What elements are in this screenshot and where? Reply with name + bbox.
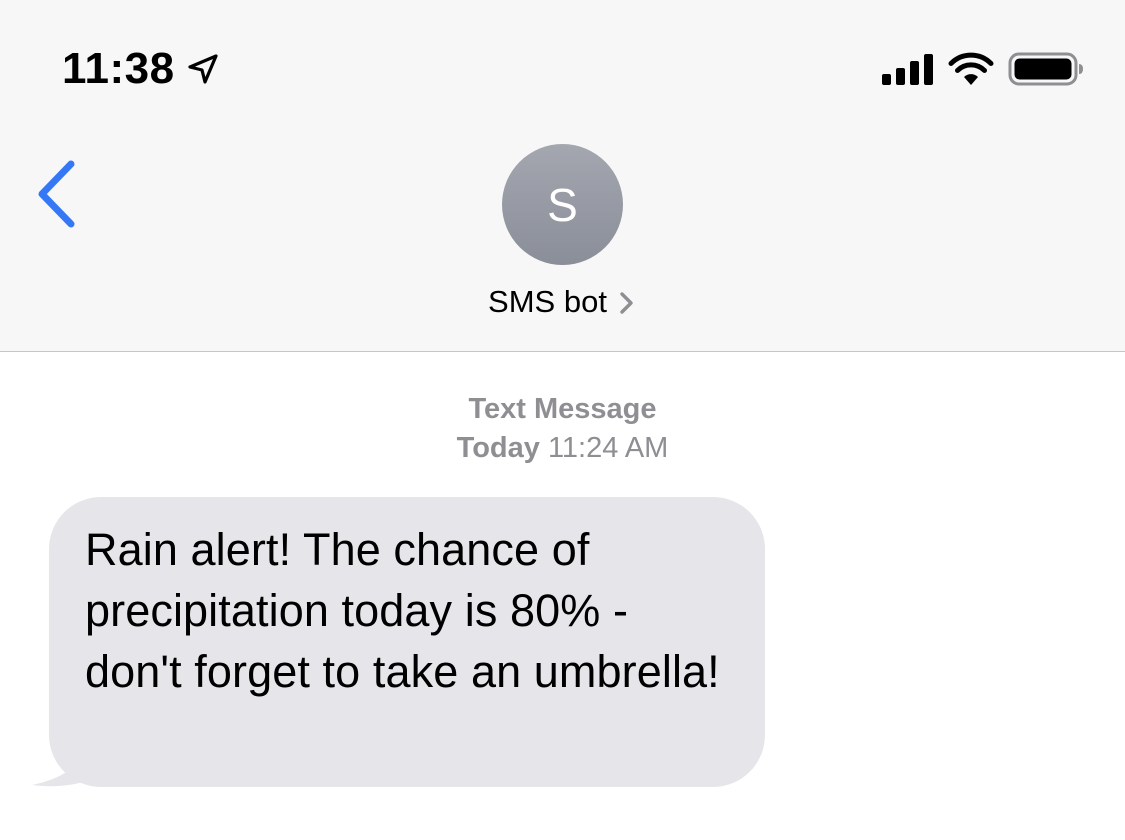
status-time: 11:38 bbox=[62, 44, 175, 93]
incoming-message-bubble[interactable]: Rain alert! The chance of precipitation … bbox=[49, 497, 765, 787]
message-date-label: Today bbox=[456, 432, 540, 464]
message-time-label: 11:24 AM bbox=[547, 432, 669, 464]
contact-details-button[interactable]: SMS bot bbox=[0, 280, 1125, 324]
messages-screen: 11:38 S SMS bot Text Message Today 11:24… bbox=[0, 0, 1125, 840]
avatar-initial: S bbox=[547, 178, 578, 231]
message-text: Rain alert! The chance of precipitation … bbox=[85, 524, 720, 697]
back-button[interactable] bbox=[30, 156, 90, 232]
battery-icon bbox=[1008, 52, 1083, 86]
contact-avatar[interactable]: S bbox=[502, 144, 623, 265]
wifi-icon bbox=[948, 52, 994, 85]
location-arrow-icon bbox=[188, 54, 218, 84]
chevron-right-icon bbox=[620, 292, 633, 314]
message-row: Rain alert! The chance of precipitation … bbox=[30, 497, 770, 789]
message-type-label: Text Message bbox=[468, 393, 657, 425]
signal-bars-icon bbox=[882, 54, 933, 85]
message-meta: Text Message Today 11:24 AM bbox=[0, 390, 1125, 468]
header-area: 11:38 S SMS bot bbox=[0, 0, 1125, 352]
contact-name: SMS bot bbox=[488, 284, 607, 319]
